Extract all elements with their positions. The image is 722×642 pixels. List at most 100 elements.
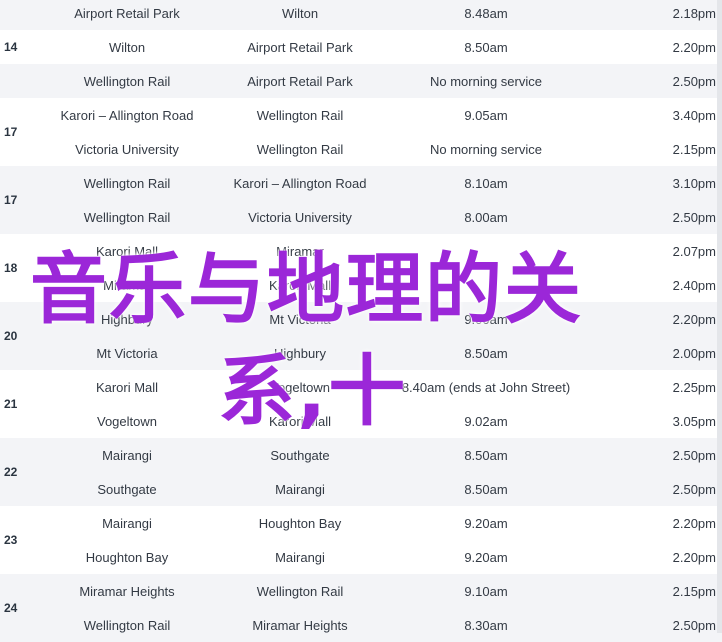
route-group: 20 Highbury Mt Victoria 9.00am 2.20pm Mt Vict… [0, 302, 722, 370]
departure-stop: Houghton Bay [85, 549, 169, 565]
destination-stop: Karori Mall [268, 413, 332, 429]
destination-stop: Highbury [273, 345, 327, 361]
departure-stop: Victoria University [75, 141, 179, 157]
departure-stop: Mairangi [102, 515, 152, 531]
first-service-time: 8.40am (ends at John Street) [401, 379, 571, 395]
route-group: 14 Wilton Airport Retail Park 8.50am 2.20pm [0, 30, 722, 64]
departure-stop: Wilton [108, 39, 146, 55]
table-row: Wellington Rail Airport Retail Park No mor… [36, 64, 722, 98]
last-service-time: 3.40pm [672, 107, 716, 123]
destination-stop: Wellington Rail [256, 141, 344, 157]
route-number: 17 [4, 193, 18, 207]
first-service-time: 8.48am [464, 5, 508, 21]
route-group: 17 Wellington Rail Karori – Allington Road… [0, 166, 722, 234]
first-service-time: 8.50am [464, 481, 508, 497]
table-row: Victoria University Wellington Rail No mor… [36, 132, 722, 166]
table-row: Houghton Bay Mairangi 9.20am 2.20pm [36, 540, 722, 574]
first-service-time: No morning service [430, 141, 542, 157]
departure-stop: Mt Victoria [96, 345, 158, 361]
table-row: Wellington Rail Karori – Allington Road 8.… [36, 166, 722, 200]
route-number: 14 [4, 40, 18, 54]
first-service-time: 9.05am [464, 107, 508, 123]
route-number: 20 [4, 329, 18, 343]
last-service-time: 2.20pm [672, 311, 716, 327]
route-group: Wellington Rail Airport Retail Park No mor… [0, 64, 722, 98]
table-row: Southgate Mairangi 8.50am 2.50pm [36, 472, 722, 506]
first-service-time: 9.00am [464, 311, 508, 327]
destination-stop: Mt Victoria [269, 311, 331, 327]
departure-stop: Karori – Allington Road [60, 107, 194, 123]
destination-stop: Victoria University [248, 209, 352, 225]
last-service-time: 2.20pm [672, 39, 716, 55]
last-service-time: 2.50pm [672, 617, 716, 633]
last-service-time: 2.50pm [672, 209, 716, 225]
first-service-time: 9.02am [464, 413, 508, 429]
last-service-time: 2.00pm [672, 345, 716, 361]
destination-stop: Mairangi [275, 549, 325, 565]
destination-stop: Wellington Rail [256, 107, 344, 123]
last-service-time: 3.05pm [672, 413, 716, 429]
destination-stop: Wilton [281, 5, 319, 21]
destination-stop: Karori Mall [268, 277, 332, 293]
timetable: Airport Retail Park Wilton 8.48am 2.18pm 14 W… [0, 0, 722, 642]
destination-stop: Vogeltown [270, 379, 330, 395]
route-group: 18 Karori Mall Miramar 2.07pm Miramar Karori … [0, 234, 722, 302]
table-row: Karori – Allington Road Wellington Rail 9.… [36, 98, 722, 132]
table-row: Wellington Rail Miramar Heights 8.30am 2.50… [36, 608, 722, 642]
route-number: 18 [4, 261, 18, 275]
table-row: Mairangi Southgate 8.50am 2.50pm [36, 438, 722, 472]
route-group: 22 Mairangi Southgate 8.50am 2.50pm Southgate… [0, 438, 722, 506]
destination-stop: Southgate [270, 447, 330, 463]
destination-stop: Wellington Rail [256, 583, 344, 599]
table-row: Wellington Rail Victoria University 8.00am… [36, 200, 722, 234]
departure-stop: Southgate [97, 481, 157, 497]
table-row: Wilton Airport Retail Park 8.50am 2.20pm [36, 30, 722, 64]
first-service-time: 8.30am [464, 617, 508, 633]
first-service-time: 8.50am [464, 447, 508, 463]
last-service-time: 2.18pm [672, 5, 716, 21]
route-group: 21 Karori Mall Vogeltown 8.40am (ends at Jo… [0, 370, 722, 438]
table-row: Karori Mall Miramar 2.07pm [36, 234, 722, 268]
scrollbar-track[interactable] [717, 0, 722, 633]
destination-stop: Miramar Heights [252, 617, 348, 633]
route-number: 22 [4, 465, 18, 479]
route-number [0, 64, 36, 98]
departure-stop: Mairangi [102, 447, 152, 463]
route-number [0, 0, 36, 30]
destination-stop: Airport Retail Park [247, 39, 353, 55]
last-service-time: 2.25pm [672, 379, 716, 395]
route-number: 23 [4, 533, 18, 547]
table-row: Airport Retail Park Wilton 8.48am 2.18pm [36, 0, 722, 30]
table-row: Miramar Heights Wellington Rail 9.10am 2.15… [36, 574, 722, 608]
first-service-time: 9.10am [464, 583, 508, 599]
last-service-time: 2.20pm [672, 515, 716, 531]
route-group: 24 Miramar Heights Wellington Rail 9.10am 2.… [0, 574, 722, 642]
departure-stop: Karori Mall [95, 243, 159, 259]
departure-stop: Karori Mall [95, 379, 159, 395]
destination-stop: Miramar [276, 243, 324, 259]
destination-stop: Houghton Bay [258, 515, 342, 531]
departure-stop: Miramar Heights [79, 583, 175, 599]
table-row: Vogeltown Karori Mall 9.02am 3.05pm [36, 404, 722, 438]
first-service-time: 8.00am [464, 209, 508, 225]
departure-stop: Vogeltown [97, 413, 157, 429]
last-service-time: 2.50pm [672, 447, 716, 463]
route-group: Airport Retail Park Wilton 8.48am 2.18pm [0, 0, 722, 30]
last-service-time: 2.50pm [672, 73, 716, 89]
route-number: 21 [4, 397, 18, 411]
departure-stop: Highbury [100, 311, 154, 327]
last-service-time: 2.40pm [672, 277, 716, 293]
destination-stop: Karori – Allington Road [233, 175, 367, 191]
first-service-time: 9.20am [464, 515, 508, 531]
departure-stop: Wellington Rail [83, 209, 171, 225]
table-row: Karori Mall Vogeltown 8.40am (ends at John… [36, 370, 722, 404]
table-row: Highbury Mt Victoria 9.00am 2.20pm [36, 302, 722, 336]
table-row: Miramar Karori Mall 2.40pm [36, 268, 722, 302]
departure-stop: Wellington Rail [83, 617, 171, 633]
last-service-time: 2.15pm [672, 141, 716, 157]
table-row: Mt Victoria Highbury 8.50am 2.00pm [36, 336, 722, 370]
departure-stop: Wellington Rail [83, 73, 171, 89]
first-service-time: 9.20am [464, 549, 508, 565]
last-service-time: 3.10pm [672, 175, 716, 191]
departure-stop: Wellington Rail [83, 175, 171, 191]
